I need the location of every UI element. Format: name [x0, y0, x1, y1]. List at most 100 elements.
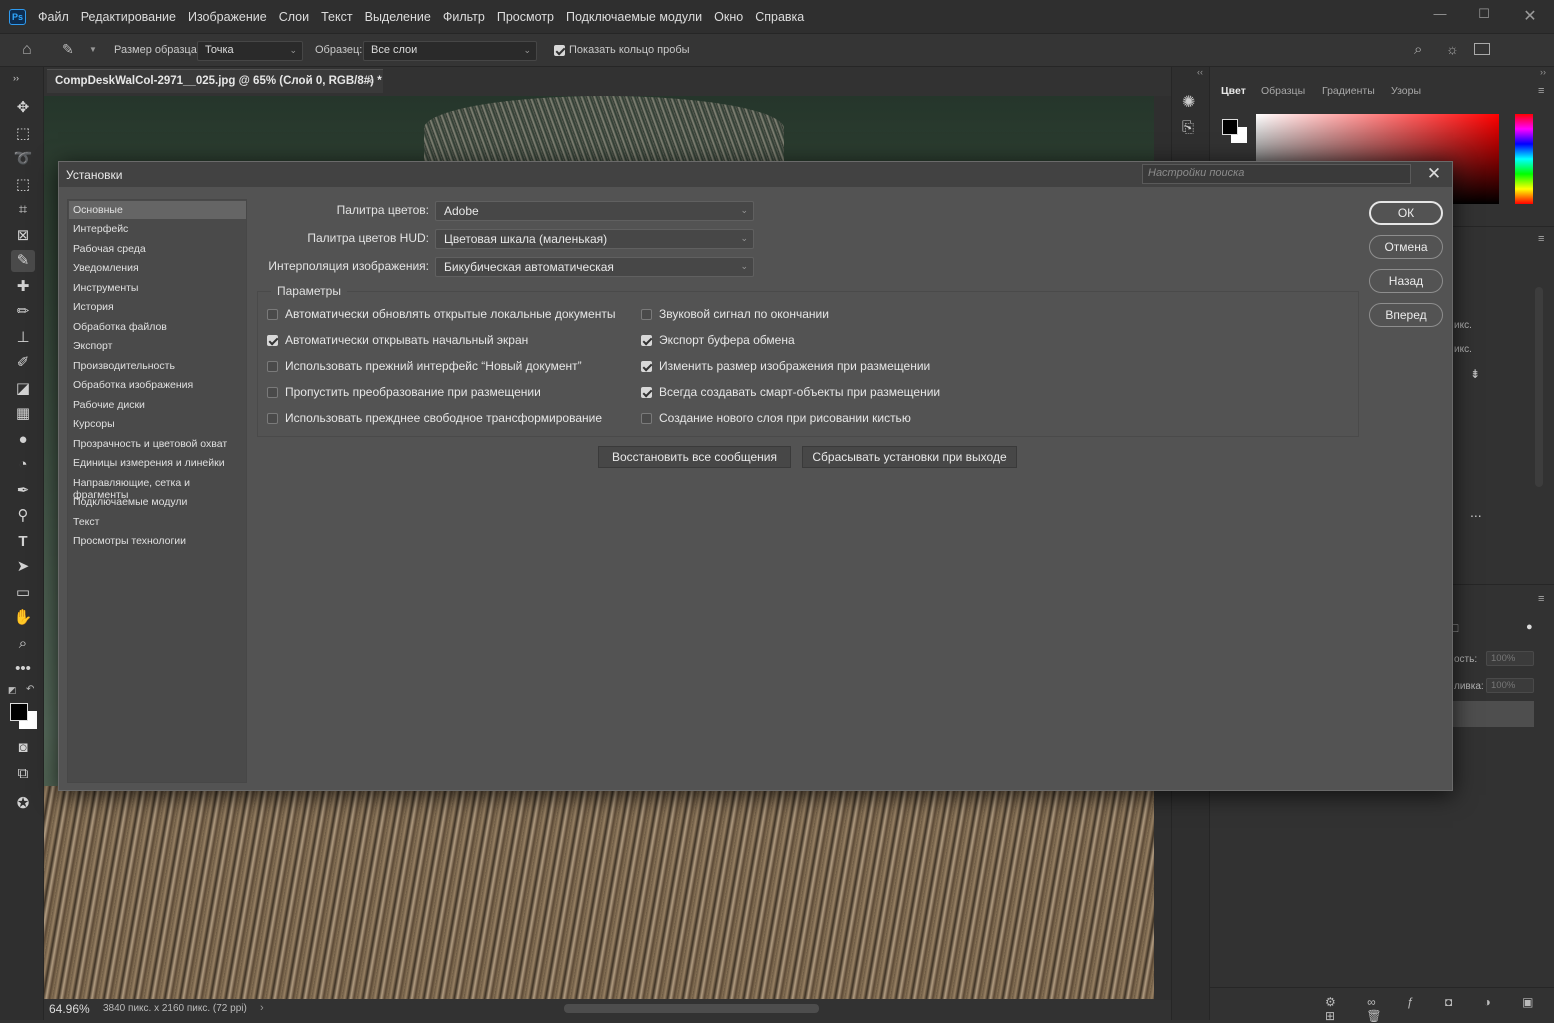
- foreground-color-swatch[interactable]: [10, 703, 28, 721]
- tab-patterns[interactable]: Узоры: [1391, 85, 1421, 97]
- workspace-icon[interactable]: [1474, 43, 1490, 55]
- nav-item-type[interactable]: Текст: [73, 516, 99, 528]
- eyedropper-tool-icon[interactable]: ✎: [11, 250, 35, 272]
- nav-item-scratch-disks[interactable]: Рабочие диски: [73, 399, 145, 411]
- nav-item-transparency[interactable]: Прозрачность и цветовой охват: [73, 438, 227, 450]
- crop-tool-icon[interactable]: ⌗: [11, 199, 35, 221]
- swap-colors-icon[interactable]: ↶: [26, 684, 34, 695]
- tab-swatches[interactable]: Образцы: [1261, 85, 1305, 97]
- beep-when-done-checkbox[interactable]: [641, 309, 652, 320]
- sample-select[interactable]: Все слои ⌄: [363, 41, 537, 61]
- hand-tool-icon[interactable]: ✋: [11, 607, 35, 629]
- pen-anchor-tool-icon[interactable]: ⚲: [11, 505, 35, 527]
- layer-row[interactable]: [1450, 701, 1534, 727]
- cancel-button[interactable]: Отмена: [1369, 235, 1443, 259]
- auto-show-home-checkbox[interactable]: [267, 335, 278, 346]
- marquee-tool-icon[interactable]: ⬚: [11, 123, 35, 145]
- properties-scrollbar[interactable]: [1535, 287, 1543, 487]
- opacity-input[interactable]: 100%: [1486, 651, 1534, 666]
- menu-edit[interactable]: Редактирование: [81, 10, 176, 24]
- panel-menu-icon[interactable]: ≡: [1538, 233, 1544, 245]
- tab-color[interactable]: Цвет: [1221, 85, 1246, 97]
- nav-item-image-processing[interactable]: Обработка изображения: [73, 379, 193, 391]
- gradient-tool-icon[interactable]: ▦: [11, 403, 35, 425]
- auto-update-docs-checkbox[interactable]: [267, 309, 278, 320]
- layers-footer-icons[interactable]: ⚙ ∞ ƒ ◘ ◑ ▣ ⊞ 🗑: [1325, 995, 1554, 1023]
- reset-on-quit-button[interactable]: Сбрасывать установки при выходе: [802, 446, 1017, 468]
- menu-view[interactable]: Просмотр: [497, 10, 554, 24]
- history-brush-tool-icon[interactable]: ✐: [11, 352, 35, 374]
- panel-foreground-swatch[interactable]: [1222, 119, 1238, 135]
- back-button[interactable]: Назад: [1369, 269, 1443, 293]
- nav-item-units-rulers[interactable]: Единицы измерения и линейки: [73, 457, 225, 469]
- close-dialog-icon[interactable]: ✕: [1422, 163, 1446, 185]
- legacy-new-doc-checkbox[interactable]: [267, 361, 278, 372]
- menu-file[interactable]: Файл: [38, 10, 69, 24]
- rectangle-tool-icon[interactable]: ▭: [11, 582, 35, 604]
- zoom-tool-icon[interactable]: ⌕: [11, 633, 35, 655]
- blur-tool-icon[interactable]: ●: [11, 429, 35, 451]
- adjustments-icon[interactable]: ✺: [1182, 92, 1195, 112]
- hue-slider[interactable]: [1515, 114, 1533, 204]
- search-settings-input[interactable]: Настройки поиска: [1142, 164, 1411, 184]
- panel-menu-icon[interactable]: ≡: [1538, 593, 1544, 605]
- brush-tool-icon[interactable]: ✏: [11, 301, 35, 323]
- nav-item-export[interactable]: Экспорт: [73, 340, 112, 352]
- nav-item-notifications[interactable]: Уведомления: [73, 262, 139, 274]
- collapse-panels-icon[interactable]: ‹‹: [1197, 67, 1203, 77]
- more-options-icon[interactable]: ...: [1470, 504, 1482, 520]
- smart-objects-checkbox[interactable]: [641, 387, 652, 398]
- maximize-icon[interactable]: ☐: [1474, 6, 1494, 24]
- zoom-level[interactable]: 64.96%: [49, 1002, 90, 1016]
- expand-panels-icon[interactable]: ››: [1540, 67, 1546, 77]
- legacy-free-transform-checkbox[interactable]: [267, 413, 278, 424]
- forward-button[interactable]: Вперед: [1369, 303, 1443, 327]
- canvas-horizontal-scrollbar[interactable]: [564, 1004, 819, 1013]
- interpolation-select[interactable]: Бикубическая автоматическая ⌄: [435, 257, 754, 277]
- frame-tool-icon[interactable]: ⊠: [11, 225, 35, 247]
- nav-item-plugins[interactable]: Подключаемые модули: [73, 496, 187, 508]
- pen-tool-icon[interactable]: ✒: [11, 480, 35, 502]
- lasso-tool-icon[interactable]: ➰: [11, 148, 35, 170]
- new-layer-brush-checkbox[interactable]: [641, 413, 652, 424]
- clone-stamp-tool-icon[interactable]: ⊥: [11, 327, 35, 349]
- nav-item-technology-previews[interactable]: Просмотры технологии: [73, 535, 186, 547]
- eraser-tool-icon[interactable]: ◪: [11, 378, 35, 400]
- move-tool-icon[interactable]: ✥: [11, 97, 35, 119]
- document-tab[interactable]: CompDeskWalCol-2971__025.jpg @ 65% (Слой…: [47, 69, 383, 93]
- skip-transform-checkbox[interactable]: [267, 387, 278, 398]
- more-tools-icon[interactable]: •••: [11, 658, 35, 680]
- menu-window[interactable]: Окно: [714, 10, 743, 24]
- tab-gradients[interactable]: Градиенты: [1322, 85, 1375, 97]
- nav-item-general[interactable]: Основные: [73, 204, 123, 216]
- generative-icon[interactable]: ✪: [11, 793, 35, 815]
- menu-layers[interactable]: Слои: [279, 10, 309, 24]
- nav-item-performance[interactable]: Производительность: [73, 360, 175, 372]
- collapse-toolbar-icon[interactable]: ››: [4, 67, 28, 89]
- resize-on-place-checkbox[interactable]: [641, 361, 652, 372]
- minimize-icon[interactable]: —: [1430, 6, 1450, 24]
- fill-input[interactable]: 100%: [1486, 678, 1534, 693]
- menu-image[interactable]: Изображение: [188, 10, 267, 24]
- chevron-right-icon[interactable]: ›: [260, 1002, 264, 1014]
- home-icon[interactable]: ⌂: [22, 41, 32, 59]
- sample-size-select[interactable]: Точка ⌄: [197, 41, 303, 61]
- show-ring-checkbox[interactable]: [554, 45, 565, 56]
- ok-button[interactable]: ОК: [1369, 201, 1443, 225]
- export-clipboard-checkbox[interactable]: [641, 335, 652, 346]
- discover-icon[interactable]: ☼: [1446, 41, 1459, 57]
- default-colors-icon[interactable]: ◩: [8, 685, 17, 696]
- align-icon[interactable]: ⇟: [1470, 367, 1480, 381]
- lock-all-icon[interactable]: ●: [1526, 621, 1533, 633]
- type-tool-icon[interactable]: T: [11, 531, 35, 553]
- object-selection-tool-icon[interactable]: ⬚: [11, 174, 35, 196]
- nav-item-interface[interactable]: Интерфейс: [73, 223, 128, 235]
- menu-filter[interactable]: Фильтр: [443, 10, 485, 24]
- hud-color-picker-select[interactable]: Цветовая шкала (маленькая) ⌄: [435, 229, 754, 249]
- nav-item-history[interactable]: История: [73, 301, 114, 313]
- nav-item-tools[interactable]: Инструменты: [73, 282, 138, 294]
- dodge-tool-icon[interactable]: ◔: [11, 454, 35, 476]
- path-selection-tool-icon[interactable]: ➤: [11, 556, 35, 578]
- restore-messages-button[interactable]: Восстановить все сообщения: [598, 446, 791, 468]
- screen-mode-icon[interactable]: ⧉: [11, 763, 35, 785]
